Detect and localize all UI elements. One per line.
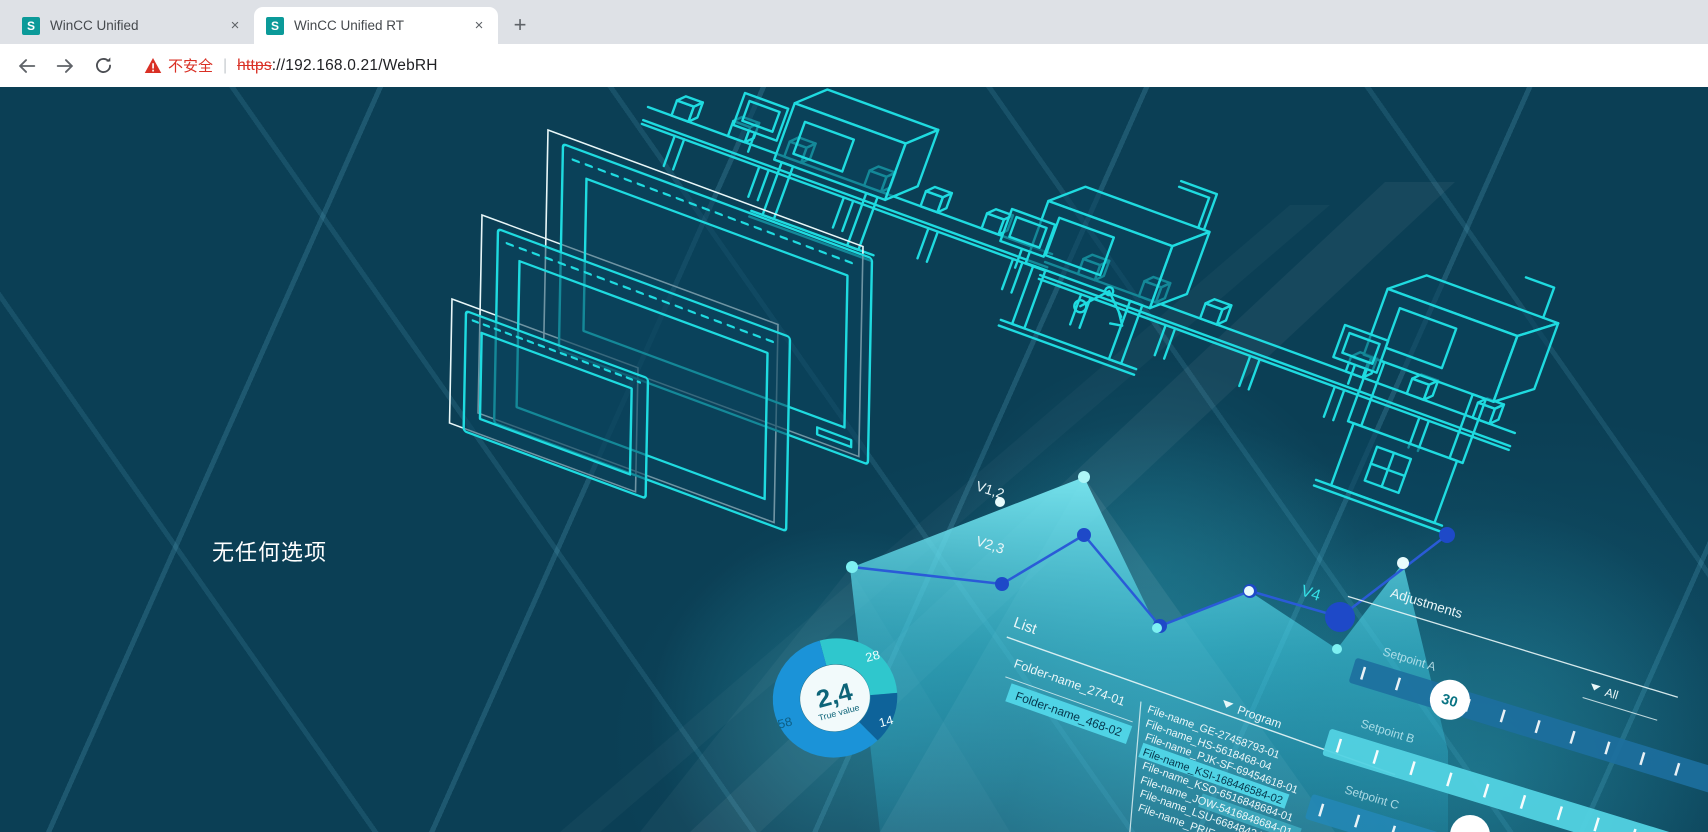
warning-triangle-icon <box>144 57 162 74</box>
wincc-rt-viewport: 无任何选项 <box>0 87 1708 832</box>
tab-bar: S WinCC Unified × S WinCC Unified RT × + <box>0 0 1708 44</box>
reload-button[interactable] <box>90 53 116 79</box>
url-divider: | <box>223 57 227 75</box>
siemens-favicon-icon: S <box>22 17 40 35</box>
forward-button[interactable] <box>52 53 78 79</box>
tab-wincc-unified-rt[interactable]: S WinCC Unified RT × <box>254 7 498 44</box>
security-chip[interactable]: 不安全 <box>144 55 213 76</box>
close-tab-icon[interactable]: × <box>470 17 488 35</box>
tab-title: WinCC Unified RT <box>294 18 470 33</box>
browser-window: S WinCC Unified × S WinCC Unified RT × + <box>0 0 1708 832</box>
no-options-message: 无任何选项 <box>212 535 327 567</box>
address-bar[interactable]: https://192.168.0.21/WebRH <box>237 57 438 75</box>
tab-title: WinCC Unified <box>50 18 226 33</box>
back-arrow-icon <box>16 55 38 77</box>
forward-arrow-icon <box>54 55 76 77</box>
hmi-panels <box>450 130 872 531</box>
not-secure-label: 不安全 <box>168 55 213 76</box>
url-text: ://192.168.0.21/WebRH <box>272 57 438 74</box>
siemens-favicon-icon: S <box>266 17 284 35</box>
industrial-background-illustration: V1,2 V2,3 V4 2,4 True value 28 14 58 Lis… <box>0 87 1708 832</box>
reload-icon <box>93 55 114 76</box>
tab-wincc-unified[interactable]: S WinCC Unified × <box>10 7 254 44</box>
browser-toolbar: 不安全 | https://192.168.0.21/WebRH <box>0 44 1708 87</box>
url-scheme: https <box>237 57 272 74</box>
new-tab-button[interactable]: + <box>506 11 534 39</box>
machine-with-robot-arm <box>999 139 1223 382</box>
back-button[interactable] <box>14 53 40 79</box>
close-tab-icon[interactable]: × <box>226 17 244 35</box>
